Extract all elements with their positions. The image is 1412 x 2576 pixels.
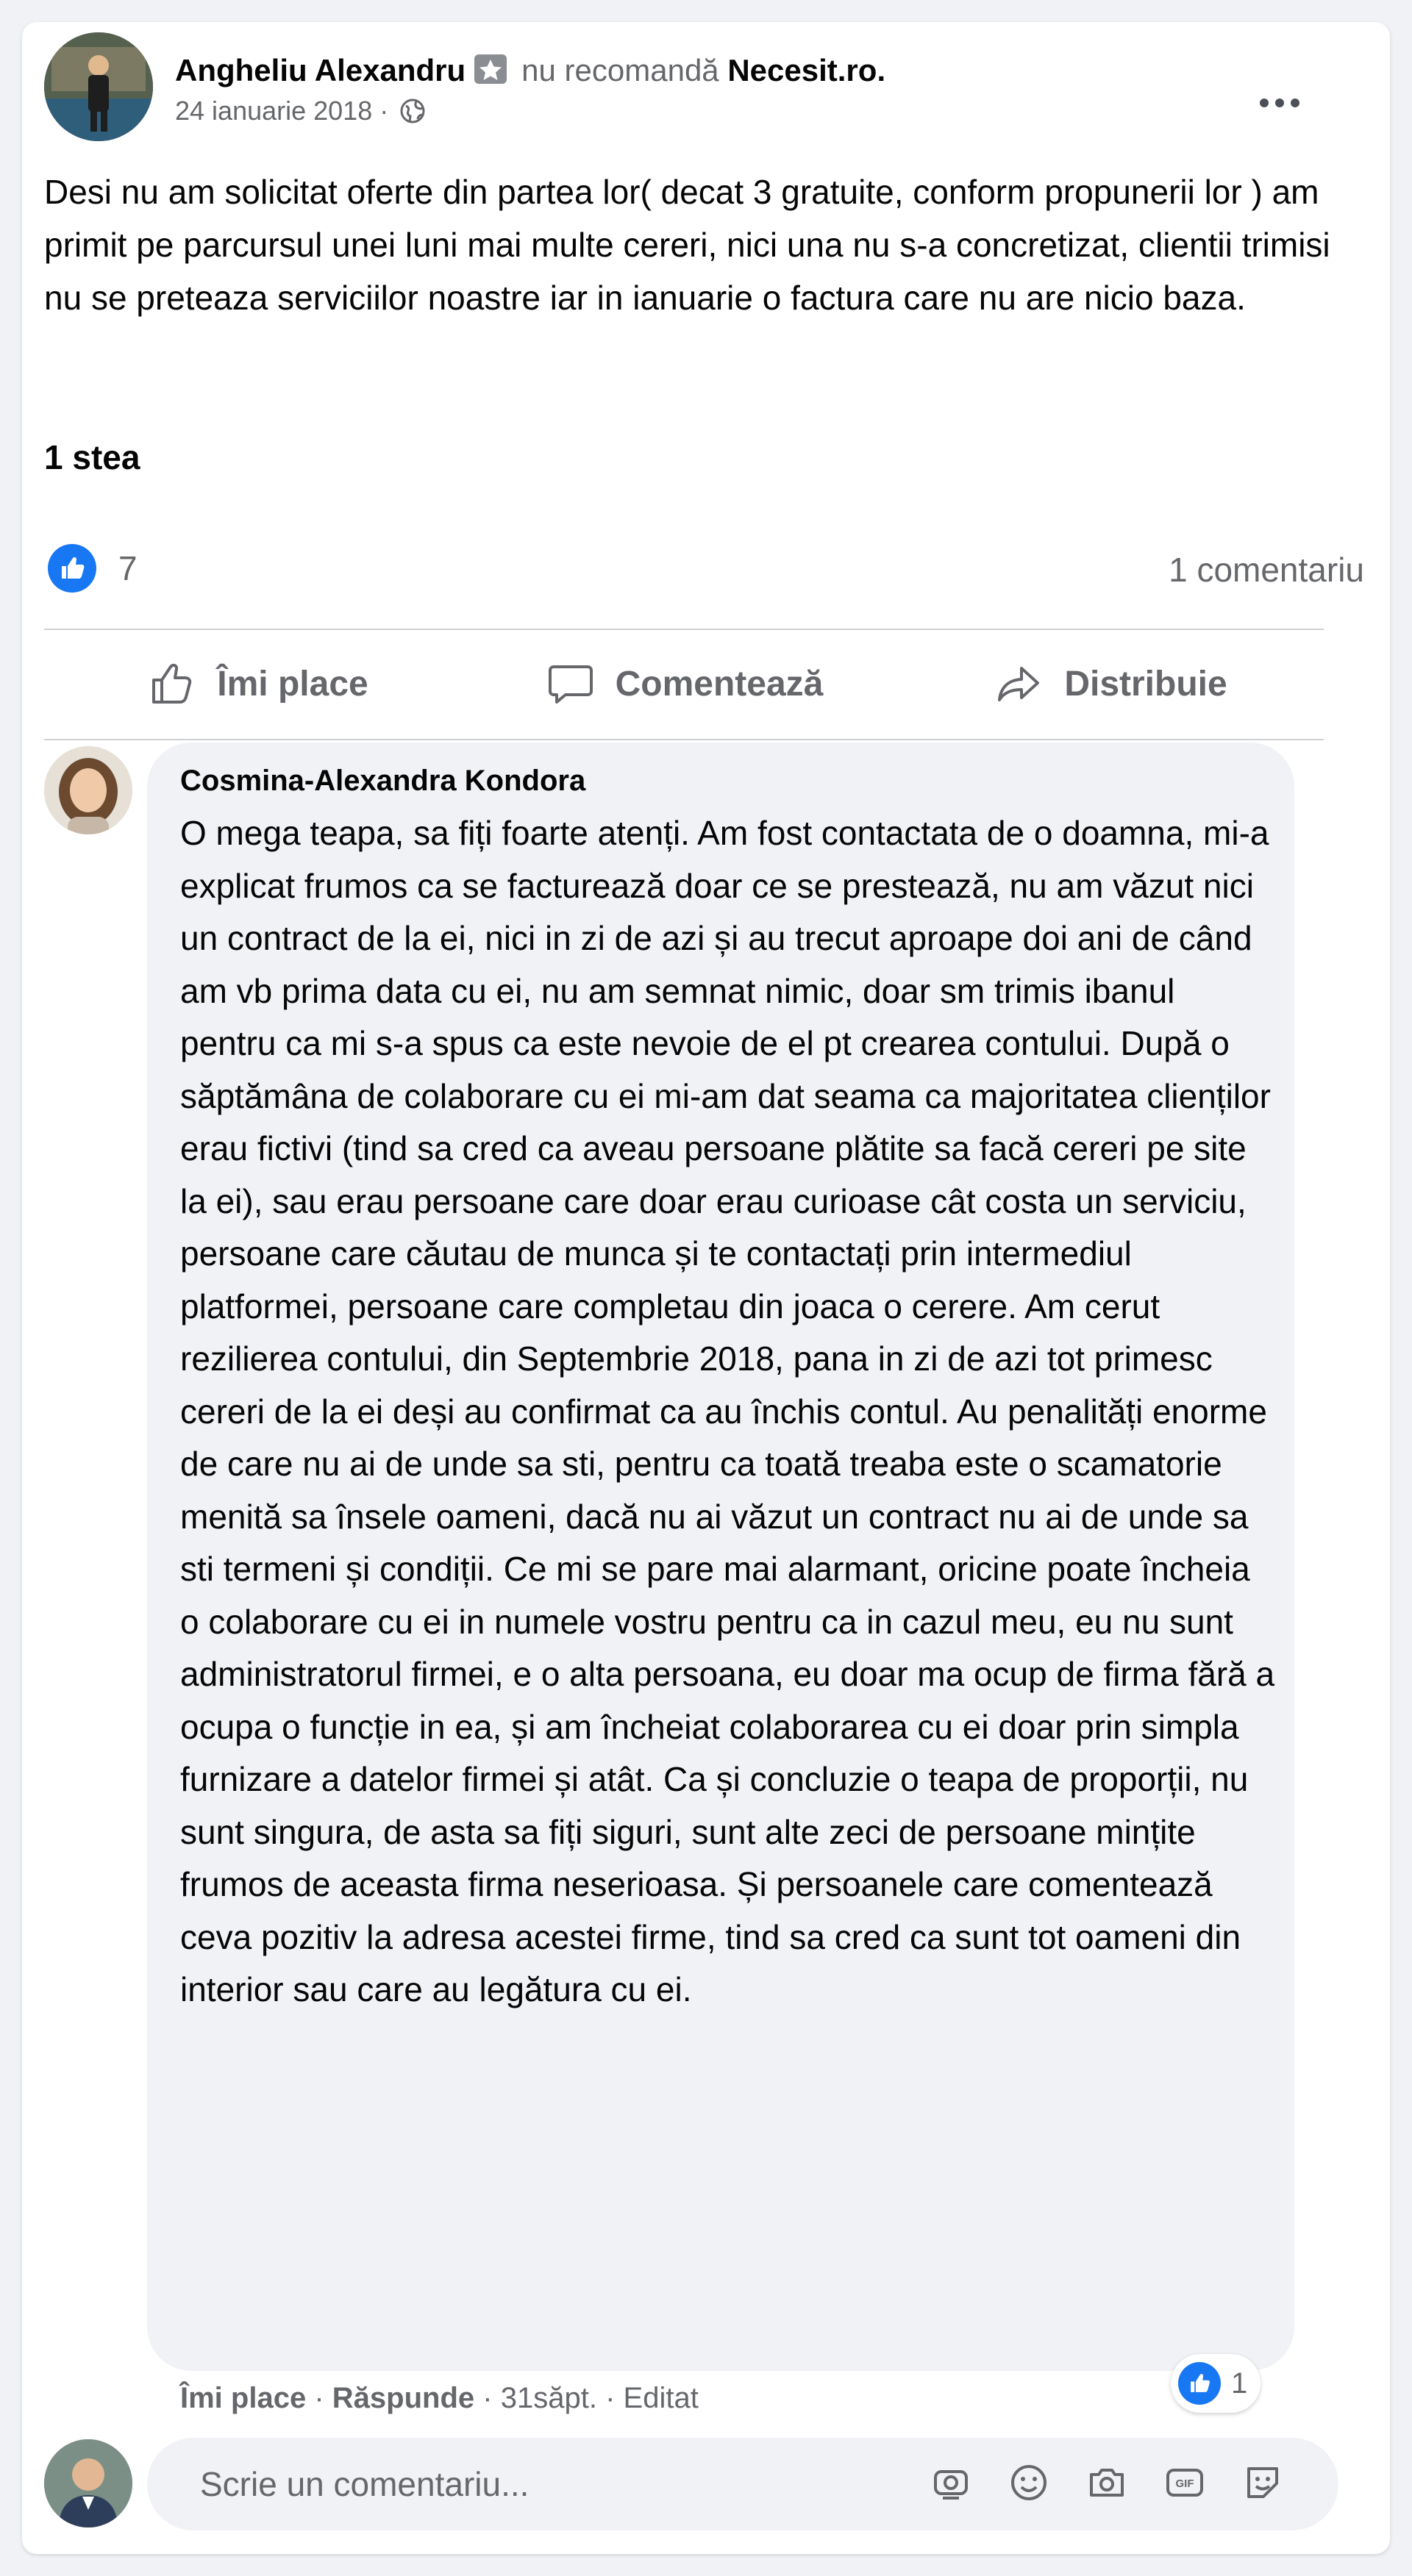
comment-meta: Îmi place · Răspunde · 31săpt. · Editat	[180, 2382, 699, 2415]
comment-edited-label: Editat	[623, 2382, 699, 2414]
post-meta: 24 ianuarie 2018 ·	[175, 96, 427, 126]
meta-separator: ·	[314, 2382, 324, 2414]
recommendation-badge-icon	[473, 51, 508, 87]
comment-reaction-summary[interactable]: 1	[1171, 2354, 1261, 2413]
like-button[interactable]: Îmi place	[44, 640, 471, 728]
current-user-avatar[interactable]	[44, 2439, 132, 2527]
dot	[1291, 99, 1299, 107]
page-name-suffix: .	[877, 53, 886, 87]
comment-time[interactable]: 31săpt.	[501, 2382, 597, 2414]
like-count: 7	[118, 549, 138, 587]
svg-text:GIF: GIF	[1176, 2477, 1194, 2490]
post-rating: 1 stea	[44, 438, 140, 476]
author-name[interactable]: Angheliu Alexandru	[175, 53, 466, 87]
dot	[1260, 99, 1269, 107]
share-icon	[998, 667, 1040, 701]
comment-text: O mega teapa, sa fiți foarte atenți. Am …	[180, 814, 1275, 2008]
like-button-label: Îmi place	[217, 664, 368, 704]
divider	[44, 739, 1324, 740]
composer-toolbar: GIF	[927, 2458, 1287, 2507]
recommendation-text: nu recomandă	[521, 53, 719, 87]
like-reaction-icon	[48, 544, 96, 593]
meta-separator: ·	[482, 2382, 493, 2414]
post-header: Angheliu Alexandru nu recomandă Necesit.r…	[175, 51, 885, 89]
globe-icon	[399, 97, 427, 125]
divider	[44, 629, 1324, 630]
reaction-summary[interactable]: 7	[48, 544, 138, 593]
gif-icon[interactable]: GIF	[1160, 2458, 1209, 2507]
comment-input[interactable]	[200, 2438, 980, 2530]
commenter-name[interactable]: Cosmina-Alexandra Kondora	[180, 765, 585, 798]
commenter-avatar[interactable]	[44, 746, 132, 834]
camera-icon[interactable]	[1083, 2458, 1131, 2507]
more-options-button[interactable]	[1243, 77, 1316, 129]
comment-reaction-count: 1	[1231, 2366, 1248, 2400]
post-date[interactable]: 24 ianuarie 2018	[175, 96, 372, 126]
post-text: Desi nu am solicitat oferte din partea l…	[44, 173, 1330, 317]
thumbs-up-icon	[152, 663, 192, 704]
page-name-link[interactable]: Necesit.ro	[727, 53, 877, 87]
author-avatar[interactable]	[44, 32, 153, 141]
comment-button[interactable]: Comentează	[471, 640, 897, 728]
comment-button-label: Comentează	[615, 664, 824, 704]
comment-like-link[interactable]: Îmi place	[180, 2382, 306, 2414]
share-button-label: Distribuie	[1064, 664, 1227, 704]
comment-icon	[548, 665, 593, 704]
meta-separator: ·	[605, 2382, 616, 2414]
action-bar: Îmi place Comentează Distribuie	[44, 640, 1324, 728]
sticker-icon[interactable]	[1238, 2458, 1287, 2507]
like-reaction-icon	[1178, 2362, 1221, 2405]
dot	[1275, 99, 1284, 107]
comment-reply-link[interactable]: Răspunde	[332, 2382, 474, 2414]
meta-separator: ·	[379, 96, 389, 126]
avatar-sticker-icon[interactable]	[927, 2458, 975, 2507]
share-button[interactable]: Distribuie	[897, 640, 1324, 728]
emoji-icon[interactable]	[1005, 2458, 1053, 2507]
comment-count[interactable]: 1 comentariu	[1169, 550, 1364, 590]
comment-composer: GIF	[147, 2438, 1338, 2530]
